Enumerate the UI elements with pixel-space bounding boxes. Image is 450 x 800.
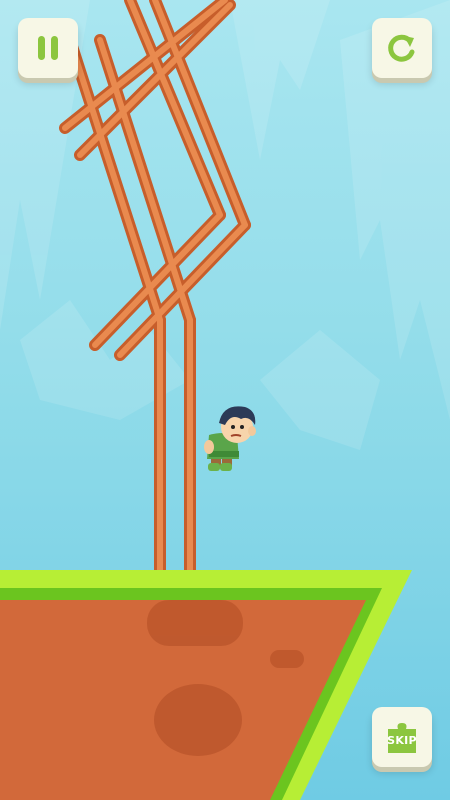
character-arm bbox=[204, 440, 214, 454]
skip-button[interactable]: SKIP bbox=[372, 707, 432, 767]
restart-icon bbox=[388, 34, 415, 62]
skip-label: SKIP bbox=[387, 734, 417, 747]
pause-button[interactable] bbox=[18, 18, 78, 78]
pause-icon bbox=[38, 36, 58, 60]
restart-button[interactable] bbox=[372, 18, 432, 78]
game-scene bbox=[0, 0, 450, 800]
